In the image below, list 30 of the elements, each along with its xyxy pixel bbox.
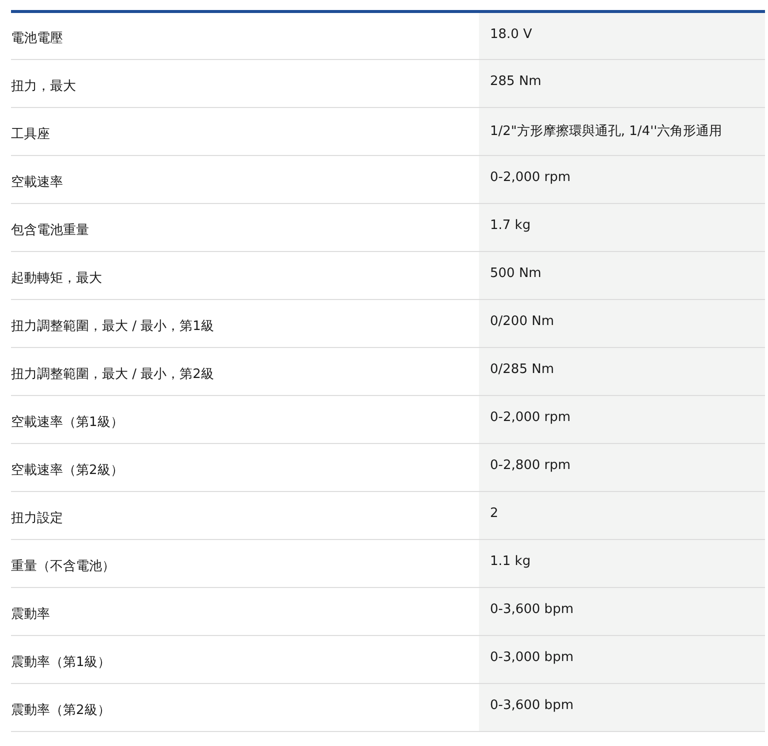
spec-label: 重量（不含電池）	[11, 540, 479, 588]
spec-value: 0-3,600 bpm	[479, 684, 765, 732]
spec-value: 0/285 Nm	[479, 348, 765, 396]
spec-value: 2	[479, 492, 765, 540]
spec-label: 震動率（第1級）	[11, 636, 479, 684]
spec-label: 工具座	[11, 108, 479, 156]
spec-value: 1/2"方形摩擦環與通孔, 1/4''六角形通用	[479, 108, 765, 156]
spec-value: 0-2,800 rpm	[479, 444, 765, 492]
spec-label: 起動轉矩，最大	[11, 252, 479, 300]
spec-label: 包含電池重量	[11, 204, 479, 252]
spec-label: 扭力設定	[11, 492, 479, 540]
spec-label: 震動率（第2級）	[11, 684, 479, 732]
spec-value: 0-2,000 rpm	[479, 156, 765, 204]
spec-value: 0-2,000 rpm	[479, 396, 765, 444]
spec-value: 1.1 kg	[479, 540, 765, 588]
spec-value: 500 Nm	[479, 252, 765, 300]
spec-label: 空載速率（第2級）	[11, 444, 479, 492]
spec-value: 0-3,000 bpm	[479, 636, 765, 684]
spec-label: 扭力調整範圍，最大 / 最小，第1級	[11, 300, 479, 348]
spec-label: 電池電壓	[11, 12, 479, 60]
spec-value: 1.7 kg	[479, 204, 765, 252]
spec-label: 空載速率（第1級）	[11, 396, 479, 444]
spec-label: 扭力，最大	[11, 60, 479, 108]
spec-label: 扭力調整範圍，最大 / 最小，第2級	[11, 348, 479, 396]
spec-label: 空載速率	[11, 156, 479, 204]
spec-value: 0-3,600 bpm	[479, 588, 765, 636]
spec-value: 0/200 Nm	[479, 300, 765, 348]
spec-label: 震動率	[11, 588, 479, 636]
spec-value: 285 Nm	[479, 60, 765, 108]
spec-value: 18.0 V	[479, 12, 765, 60]
